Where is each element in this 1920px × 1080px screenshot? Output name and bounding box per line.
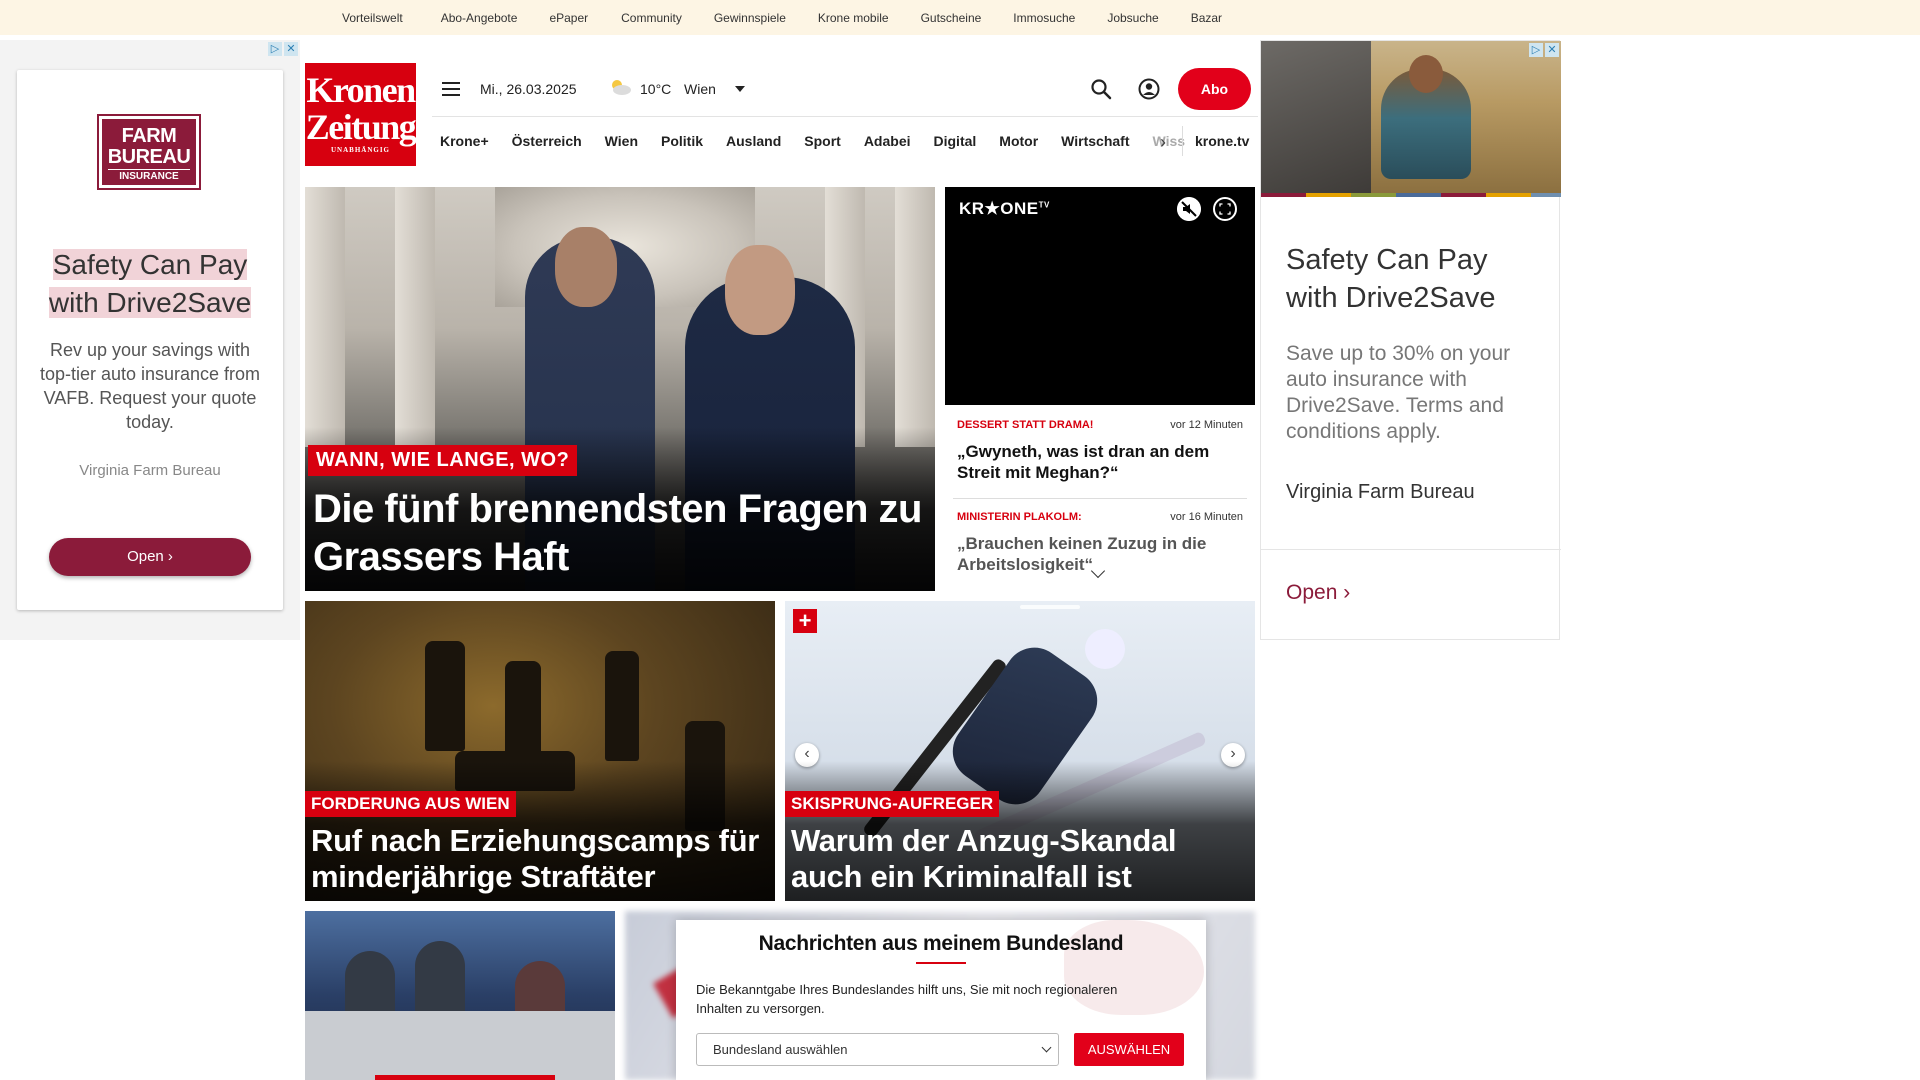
- partly-cloudy-icon: [612, 80, 631, 95]
- hero-kicker: WANN, WIE LANGE, WO?: [308, 445, 578, 476]
- adchoices-icon[interactable]: ▷ ✕: [1529, 43, 1561, 57]
- news-time: vor 12 Minuten: [1170, 419, 1243, 431]
- nav-item-adabei[interactable]: Adabei: [864, 133, 911, 149]
- ad-left-container: ▷ ✕ FARM BUREAU INSURANCE Safety Can Pay …: [0, 40, 300, 640]
- ad-left-headline: Safety Can Pay with Drive2Save: [48, 249, 252, 318]
- divider: [916, 962, 966, 964]
- news-kicker: DESSERT STATT DRAMA!: [957, 419, 1094, 431]
- nav-item-wirtschaft[interactable]: Wirtschaft: [1061, 133, 1129, 149]
- nav-item-motor[interactable]: Motor: [999, 133, 1038, 149]
- ad-right-color-stripe: [1261, 193, 1561, 197]
- nav-item-truncated[interactable]: Wiss: [1153, 133, 1186, 149]
- hero-article[interactable]: WANN, WIE LANGE, WO? Die fünf brennendst…: [305, 187, 935, 591]
- abo-button[interactable]: Abo: [1178, 68, 1251, 110]
- ad-right[interactable]: ▷ ✕ Safety Can Pay with Drive2Save Save u…: [1260, 40, 1561, 640]
- nav-item-krone-plus[interactable]: Krone+: [440, 133, 489, 149]
- tile-kicker: SKISPRUNG-AUFREGER: [785, 791, 1000, 817]
- kronen-zeitung-logo[interactable]: Kronen Zeitung UNABHÄNGIG: [305, 63, 417, 166]
- tile-headline[interactable]: Ruf nach Erziehungscamps für minderjähri…: [311, 823, 771, 895]
- nav-item-ausland[interactable]: Ausland: [726, 133, 781, 149]
- search-icon[interactable]: [1090, 78, 1112, 100]
- menu-icon[interactable]: [442, 82, 460, 96]
- nav-item-digital[interactable]: Digital: [934, 133, 977, 149]
- nav-item-politik[interactable]: Politik: [661, 133, 703, 149]
- article-tile[interactable]: FORDERUNG AUS WIEN Ruf nach Erziehungsca…: [305, 601, 775, 901]
- ad-right-body: Save up to 30% on your auto insurance wi…: [1286, 342, 1511, 443]
- divider: [1182, 126, 1183, 156]
- krone-plus-icon: +: [793, 609, 817, 633]
- dialog-text: Die Bekanntgabe Ihres Bundeslandes hilft…: [696, 982, 1118, 1016]
- divider: [953, 498, 1247, 499]
- ad-left-open-button[interactable]: Open ›: [49, 538, 251, 576]
- bundesland-select[interactable]: Bundesland auswählen: [696, 1033, 1059, 1066]
- article-tile[interactable]: [305, 911, 615, 1080]
- article-tile[interactable]: + ‹ › SKISPRUNG-AUFREGER Warum der Anzug…: [785, 601, 1255, 901]
- tile-headline[interactable]: Warum der Anzug-Skandal auch ein Krimina…: [791, 823, 1251, 895]
- nav-item-sport[interactable]: Sport: [804, 133, 841, 149]
- chevron-right-icon[interactable]: ›: [1160, 132, 1166, 153]
- krone-tv-logo: KR★ONETV: [959, 199, 1050, 218]
- ad-left[interactable]: FARM BUREAU INSURANCE Safety Can Pay wit…: [17, 70, 283, 610]
- fullscreen-icon[interactable]: [1213, 197, 1237, 221]
- adchoices-icon[interactable]: ▷ ✕: [268, 42, 300, 56]
- current-date: Mi., 26.03.2025: [480, 81, 577, 97]
- select-bundesland-button[interactable]: AUSWÄHLEN: [1074, 1033, 1184, 1066]
- topnav-gewinnspiele[interactable]: Gewinnspiele: [714, 11, 786, 25]
- topnav-vorteilswelt[interactable]: Vorteilswelt: [342, 11, 403, 25]
- topnav-gutscheine[interactable]: Gutscheine: [921, 11, 982, 25]
- ad-right-open-button[interactable]: Open ›: [1286, 581, 1350, 605]
- farm-bureau-logo: FARM BUREAU INSURANCE: [97, 114, 201, 190]
- topnav-community[interactable]: Community: [621, 11, 682, 25]
- topnav-jobsuche[interactable]: Jobsuche: [1107, 11, 1158, 25]
- topnav-krone-mobile[interactable]: Krone mobile: [818, 11, 889, 25]
- topnav-immosuche[interactable]: Immosuche: [1013, 11, 1075, 25]
- tile-kicker: FORDERUNG AUS WIEN: [305, 791, 516, 817]
- nav-item-oesterreich[interactable]: Österreich: [512, 133, 582, 149]
- temperature: 10°C: [640, 81, 672, 97]
- divider: [1261, 549, 1561, 550]
- news-time: vor 16 Minuten: [1170, 511, 1243, 523]
- topnav-bazar[interactable]: Bazar: [1191, 11, 1222, 25]
- news-list-item[interactable]: DESSERT STATT DRAMA! vor 12 Minuten „Gwy…: [945, 419, 1255, 499]
- nav-item-krone-tv[interactable]: krone.tv: [1195, 133, 1249, 149]
- user-account-icon[interactable]: [1138, 78, 1160, 100]
- ad-right-image: [1261, 41, 1561, 193]
- news-title[interactable]: „Gwyneth, was ist dran an dem Streit mit…: [957, 441, 1247, 483]
- carousel-indicator: [1020, 605, 1080, 609]
- news-kicker: MINISTERIN PLAKOLM:: [957, 511, 1082, 523]
- top-service-bar: Vorteilswelt Abo-Angebote ePaper Communi…: [0, 0, 1920, 35]
- city-selector[interactable]: Wien: [684, 81, 716, 97]
- krone-tv-video-player[interactable]: KR★ONETV: [945, 187, 1255, 405]
- ad-right-headline: Safety Can Pay with Drive2Save: [1286, 244, 1496, 314]
- nav-item-wien[interactable]: Wien: [605, 133, 638, 149]
- chevron-down-icon: [1041, 1042, 1052, 1053]
- chevron-down-icon[interactable]: [735, 86, 745, 92]
- bundesland-dialog: Nachrichten aus meinem Bundesland Die Be…: [676, 920, 1206, 1080]
- dialog-title: Nachrichten aus meinem Bundesland: [758, 932, 1124, 955]
- main-nav: Krone+ Österreich Wien Politik Ausland S…: [432, 117, 1200, 165]
- ad-right-advertiser: Virginia Farm Bureau: [1286, 481, 1475, 503]
- topnav-abo-angebote[interactable]: Abo-Angebote: [441, 11, 518, 25]
- ad-left-advertiser: Virginia Farm Bureau: [79, 462, 221, 479]
- ad-left-body: Rev up your savings with top-tier auto i…: [39, 340, 261, 432]
- mute-icon[interactable]: [1177, 197, 1201, 221]
- topnav-epaper[interactable]: ePaper: [549, 11, 588, 25]
- hero-headline[interactable]: Die fünf brennendsten Fragen zu Grassers…: [313, 485, 933, 581]
